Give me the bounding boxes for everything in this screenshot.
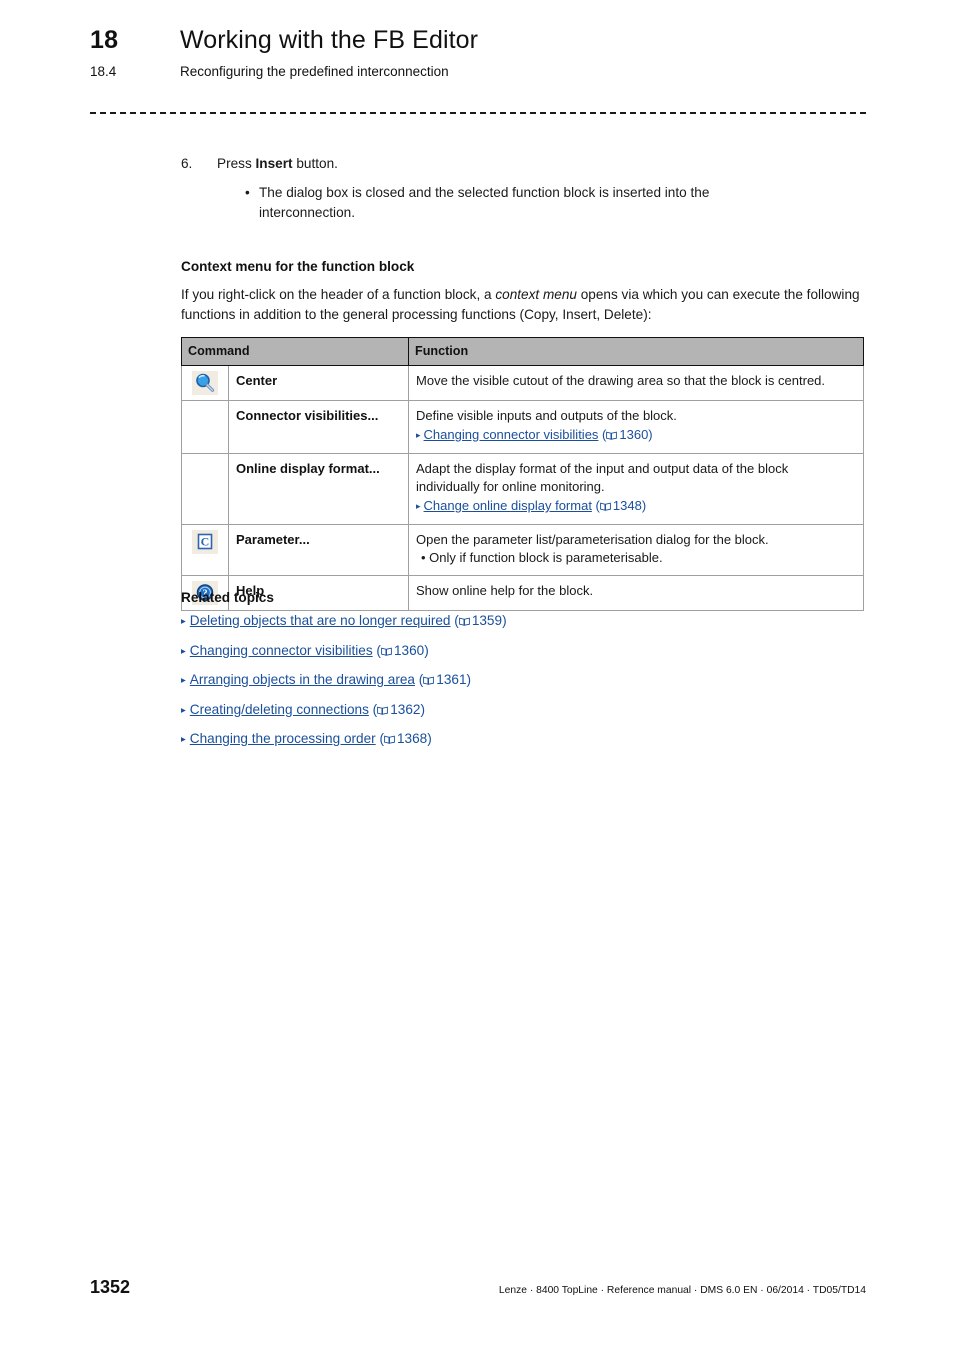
parameter-c-icon: C: [192, 530, 218, 554]
triangle-right-icon: ▸: [416, 430, 421, 440]
function-cell: Define visible inputs and outputs of the…: [408, 400, 865, 454]
related-topics-heading: Related topics: [181, 590, 274, 605]
paragraph-part-1: If you right-click on the header of a fu…: [181, 287, 496, 302]
function-text: Adapt the display format of the input an…: [416, 461, 789, 494]
cross-reference-link[interactable]: Change online display format: [424, 498, 592, 513]
related-topic-item[interactable]: ▸ Deleting objects that are no longer req…: [181, 612, 863, 632]
related-topic-link[interactable]: Creating/deleting connections: [190, 702, 369, 717]
step-bold-word: Insert: [255, 156, 293, 171]
function-text: Move the visible cutout of the drawing a…: [416, 373, 826, 388]
paragraph-italic-term: context menu: [495, 287, 577, 302]
step-sub-text: The dialog box is closed and the selecte…: [259, 185, 710, 220]
command-label: Connector visibilities...: [227, 400, 410, 454]
related-topics-list: ▸ Deleting objects that are no longer req…: [181, 612, 863, 760]
column-header-function: Function: [408, 337, 865, 366]
command-label: Center: [227, 365, 410, 401]
table-header-row: Command Function: [180, 337, 865, 366]
related-topic-link[interactable]: Deleting objects that are no longer requ…: [190, 613, 451, 628]
step-main-line: 6. Press Insert button.: [181, 154, 863, 173]
command-label: Online display format...: [227, 453, 410, 525]
book-icon: [423, 676, 435, 685]
related-topic-page-number: 1359: [471, 613, 503, 628]
cross-reference-page-number: 1360: [619, 427, 649, 442]
chapter-title: Working with the FB Editor: [180, 26, 479, 54]
function-cell: Open the parameter list/parameterisation…: [408, 524, 865, 576]
function-text: Open the parameter list/parameterisation…: [416, 532, 769, 547]
svg-text:C: C: [201, 534, 210, 548]
book-icon: [377, 706, 389, 715]
triangle-right-icon: ▸: [181, 645, 186, 657]
book-icon: [458, 617, 470, 626]
function-cell: Adapt the display format of the input an…: [408, 453, 865, 525]
context-menu-paragraph: If you right-click on the header of a fu…: [181, 285, 871, 324]
magnifier-icon: [192, 371, 218, 395]
table-row: Connector visibilities... Define visible…: [181, 400, 865, 454]
book-icon: [600, 502, 611, 511]
book-icon: [381, 647, 392, 656]
cross-reference[interactable]: ▸ Change online display format (1348): [416, 497, 855, 516]
context-menu-commands-table: Command Function Center Move the visible…: [180, 337, 865, 611]
triangle-right-icon: ▸: [181, 616, 186, 627]
section-title: Reconfiguring the predefined interconnec…: [180, 64, 449, 79]
triangle-right-icon: ▸: [181, 675, 186, 686]
function-cell: Move the visible cutout of the drawing a…: [408, 365, 865, 401]
icon-cell: C: [181, 524, 229, 576]
related-topic-page-number: 1361: [436, 672, 467, 687]
related-topic-item[interactable]: ▸ Arranging objects in the drawing area (…: [181, 671, 863, 691]
related-topic-page-number: 1362: [390, 701, 421, 717]
cross-reference[interactable]: ▸ Changing connector visibilities (1360): [416, 426, 855, 445]
section-number: 18.4: [90, 64, 117, 79]
document-page: 18 Working with the FB Editor 18.4 Recon…: [0, 0, 954, 1350]
footer-reference: Lenze · 8400 TopLine · Reference manual …: [498, 1285, 866, 1296]
numbered-step-6: 6. Press Insert button. • The dialog box…: [181, 154, 863, 222]
command-label: Parameter...: [227, 524, 410, 576]
cross-reference-link[interactable]: Changing connector visibilities: [424, 427, 599, 442]
related-topic-item[interactable]: ▸ Changing the processing order (1368): [181, 730, 863, 750]
step-number: 6.: [181, 156, 193, 171]
triangle-right-icon: ▸: [181, 734, 186, 745]
icon-cell-empty: [181, 453, 229, 525]
icon-cell-empty: [181, 400, 229, 454]
page-header: 18 Working with the FB Editor 18.4 Recon…: [90, 26, 866, 79]
related-topic-page: (1361): [414, 672, 472, 687]
cross-reference-page: (1348): [591, 498, 647, 513]
related-topic-item[interactable]: ▸ Changing connector visibilities (1360): [181, 642, 863, 662]
related-topic-page: (1360): [372, 642, 429, 658]
book-icon: [606, 431, 618, 440]
context-menu-heading: Context menu for the function block: [181, 259, 415, 274]
related-topic-page-number: 1368: [397, 731, 428, 746]
page-footer: 1352 Lenze · 8400 TopLine · Reference ma…: [90, 1277, 866, 1298]
related-topic-page-number: 1360: [393, 642, 425, 658]
step-sub-bullet: • The dialog box is closed and the selec…: [245, 183, 863, 222]
related-topic-item[interactable]: ▸ Creating/deleting connections (1362): [181, 701, 863, 721]
bullet-glyph: •: [245, 185, 250, 200]
related-topic-page: (1362): [368, 701, 425, 717]
triangle-right-icon: ▸: [181, 704, 186, 716]
column-header-command: Command: [180, 337, 410, 366]
related-topic-link[interactable]: Changing the processing order: [190, 731, 376, 746]
related-topic-page: (1368): [375, 731, 432, 746]
step-text-before: Press: [217, 156, 256, 171]
page-number: 1352: [90, 1277, 131, 1297]
related-topic-link[interactable]: Changing connector visibilities: [190, 643, 373, 658]
step-text: Press Insert button.: [217, 154, 338, 173]
header-section-row: 18.4 Reconfiguring the predefined interc…: [90, 64, 866, 79]
table-row: Center Move the visible cutout of the dr…: [181, 365, 865, 401]
step-text-after: button.: [292, 156, 338, 171]
cross-reference-page-number: 1348: [612, 498, 642, 513]
table-body: Center Move the visible cutout of the dr…: [181, 365, 865, 611]
cross-reference-page: (1360): [598, 427, 653, 442]
function-sub-bullet: • Only if function block is parameterisa…: [421, 550, 663, 565]
related-topic-page: (1359): [450, 613, 507, 628]
related-topic-link[interactable]: Arranging objects in the drawing area: [190, 672, 415, 687]
chapter-number: 18: [90, 26, 119, 54]
header-divider: [90, 112, 866, 114]
table-row: C Parameter... Open the parameter list/p…: [181, 524, 865, 576]
function-text: Define visible inputs and outputs of the…: [416, 408, 677, 423]
table-row: Online display format... Adapt the displ…: [181, 453, 865, 525]
header-chapter-row: 18 Working with the FB Editor: [90, 26, 866, 55]
book-icon: [384, 735, 395, 744]
triangle-right-icon: ▸: [416, 501, 421, 511]
icon-cell: [181, 365, 229, 401]
